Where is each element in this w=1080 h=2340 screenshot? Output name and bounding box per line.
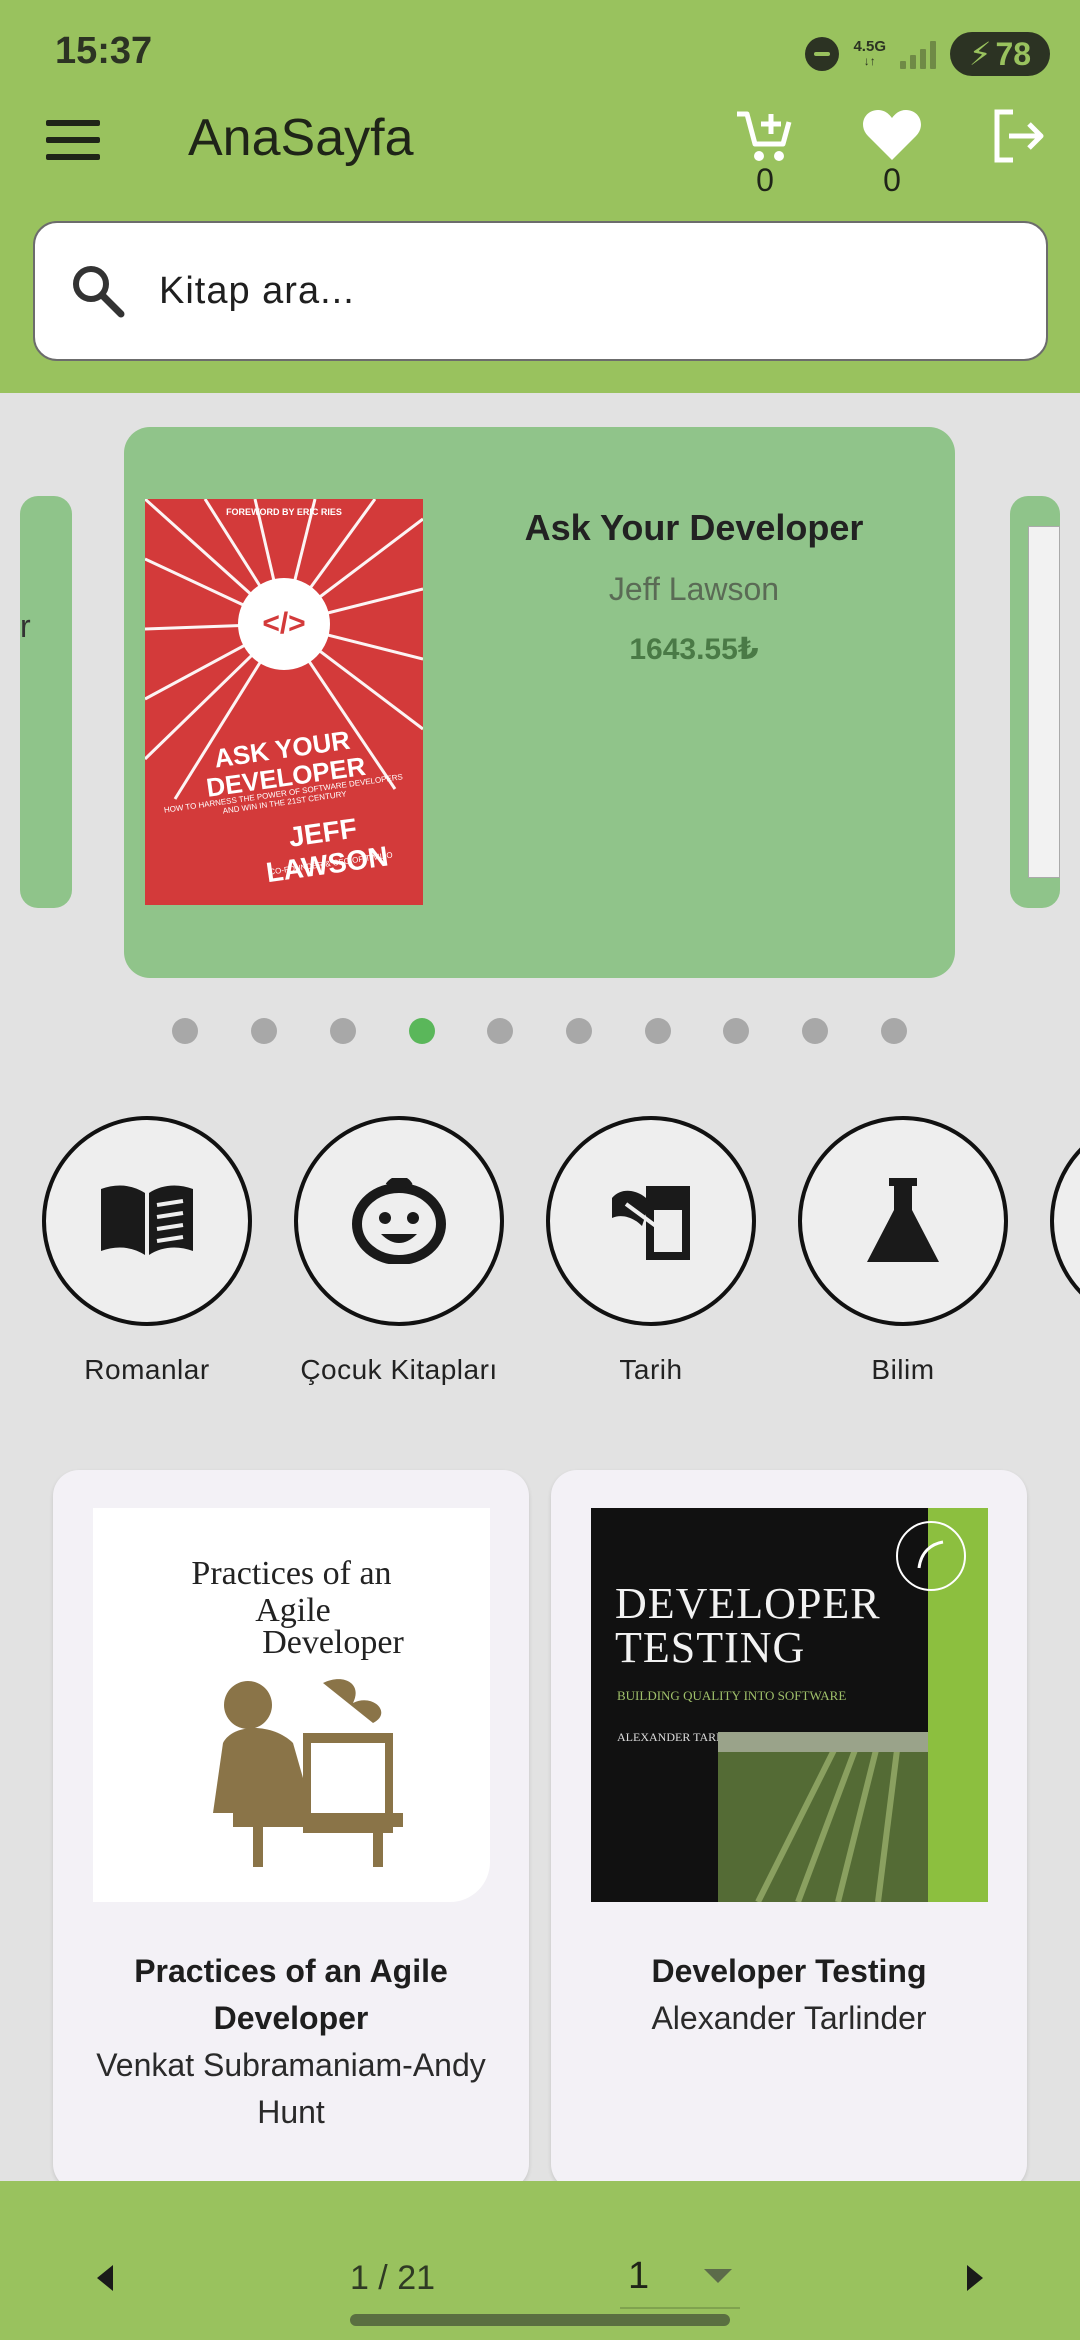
open-book-icon (101, 1185, 193, 1255)
favorites-button[interactable]: 0 (857, 108, 927, 198)
status-time: 15:37 (55, 30, 153, 72)
carousel-next-card[interactable] (1010, 496, 1060, 908)
developer-illustration (213, 1679, 403, 1867)
carousel-prev-card[interactable]: r (20, 496, 72, 908)
child-face-icon (352, 1178, 446, 1264)
network-type: 4.5G ↓↑ (853, 38, 886, 68)
category-label: Çocuk Kitapları (300, 1354, 498, 1385)
cover-line3: Developer (262, 1624, 404, 1661)
category-circle (42, 1116, 252, 1326)
prev-card-text: r (20, 608, 31, 644)
pagination-bar: 1 / 21 1 (0, 2181, 1080, 2340)
carousel-dot[interactable] (645, 1018, 671, 1044)
selected-page: 1 (628, 2254, 650, 2297)
home-gesture-bar[interactable] (350, 2314, 730, 2326)
featured-book-card[interactable]: FOREWORD BY ERIC RIES </> ASK YOUR DEVEL… (124, 427, 955, 978)
cover-line2: Testing (615, 1623, 806, 1672)
category-bilim[interactable]: Bilim (798, 1116, 1008, 1385)
series-seal-icon (896, 1521, 966, 1591)
signal-icon (900, 39, 936, 69)
hamburger-menu-icon[interactable] (46, 120, 100, 160)
category-label: Bilim (871, 1354, 935, 1385)
product-card[interactable]: Developer Testing Building Quality into … (551, 1470, 1027, 2190)
logout-button[interactable] (984, 108, 1054, 198)
next-page-button[interactable] (950, 2253, 1000, 2303)
category-label: Romanlar (84, 1354, 210, 1385)
arrow-left-icon (97, 2265, 113, 2291)
category-next-partial[interactable] (1050, 1116, 1080, 1326)
carousel-dot[interactable] (566, 1018, 592, 1044)
chevron-down-icon (704, 2269, 732, 2283)
carousel-dot[interactable] (172, 1018, 198, 1044)
search-bar[interactable] (33, 221, 1048, 361)
app-header: 15:37 4.5G ↓↑ ⚡ 78 AnaSayfa 0 0 Kitap ar… (0, 0, 1080, 393)
page-title: AnaSayfa (188, 109, 414, 167)
carousel-dot[interactable] (802, 1018, 828, 1044)
featured-book-title: Ask Your Developer (524, 507, 864, 548)
previous-page-button[interactable] (80, 2253, 130, 2303)
cart-button[interactable]: 0 (730, 108, 800, 198)
do-not-disturb-icon (805, 37, 840, 71)
search-input[interactable] (159, 269, 959, 313)
category-label: Tarih (619, 1354, 683, 1385)
carousel-dot[interactable] (251, 1018, 277, 1044)
category-circle (546, 1116, 756, 1326)
featured-book-price: 1643.55₺ (629, 633, 759, 666)
status-icons: 4.5G ↓↑ ⚡ 78 (805, 30, 1050, 78)
search-icon (73, 266, 125, 318)
next-card-cover (1028, 526, 1060, 878)
carousel-dot[interactable] (723, 1018, 749, 1044)
product-author: Venkat Subramaniam-Andy Hunt (96, 2047, 486, 2130)
carousel-dot[interactable] (881, 1018, 907, 1044)
arrow-right-icon (967, 2265, 983, 2291)
book-cover-image: Developer Testing Building Quality into … (591, 1508, 988, 1902)
charging-icon: ⚡ (968, 36, 992, 72)
page-info: 1 / 21 (349, 2259, 436, 2297)
page-select-dropdown[interactable]: 1 (620, 2245, 740, 2309)
category-cocuk-kitaplari[interactable]: Çocuk Kitapları (294, 1116, 504, 1385)
category-romanlar[interactable]: Romanlar (42, 1116, 252, 1385)
category-circle (798, 1116, 1008, 1326)
favorites-count: 0 (883, 162, 901, 198)
history-scroll-icon (612, 1186, 690, 1260)
battery-level: 78 (995, 35, 1032, 72)
field-landscape-image (718, 1732, 928, 1902)
home-screen: 15:37 4.5G ↓↑ ⚡ 78 AnaSayfa 0 0 Kitap ar… (0, 0, 1080, 2340)
battery-indicator: ⚡ 78 (950, 32, 1050, 76)
data-arrows-icon: ↓↑ (863, 54, 876, 68)
cover-subtitle: Building Quality into Software (617, 1688, 847, 1703)
featured-book-author: Jeff Lawson (608, 571, 780, 607)
carousel-dot-active[interactable] (409, 1018, 435, 1044)
add-to-cart-icon (737, 111, 792, 161)
product-author: Alexander Tarlinder (651, 2000, 927, 2036)
logout-icon (994, 109, 1044, 163)
category-circle (1050, 1116, 1080, 1326)
book-cover-image: FOREWORD BY ERIC RIES </> ASK YOUR DEVEL… (145, 499, 423, 905)
cover-line1: Practices of an (191, 1555, 392, 1592)
product-title: Developer Testing (651, 1953, 927, 1989)
carousel-indicator (0, 1018, 1080, 1044)
category-tarih[interactable]: Tarih (546, 1116, 756, 1385)
flask-icon (867, 1178, 939, 1262)
cart-count: 0 (756, 162, 774, 198)
network-label: 4.5G (853, 38, 886, 55)
product-title: Practices of an Agile Developer (134, 1953, 448, 2036)
cover-foreword: FOREWORD BY ERIC RIES (226, 507, 342, 517)
category-circle (294, 1116, 504, 1326)
book-cover-image: Practices of an Agile Developer (93, 1508, 490, 1902)
carousel-dot[interactable] (330, 1018, 356, 1044)
product-card[interactable]: Practices of an Agile Developer Practice… (53, 1470, 529, 2190)
cover-code-symbol: </> (262, 607, 306, 640)
carousel-dot[interactable] (487, 1018, 513, 1044)
heart-icon (863, 110, 921, 160)
